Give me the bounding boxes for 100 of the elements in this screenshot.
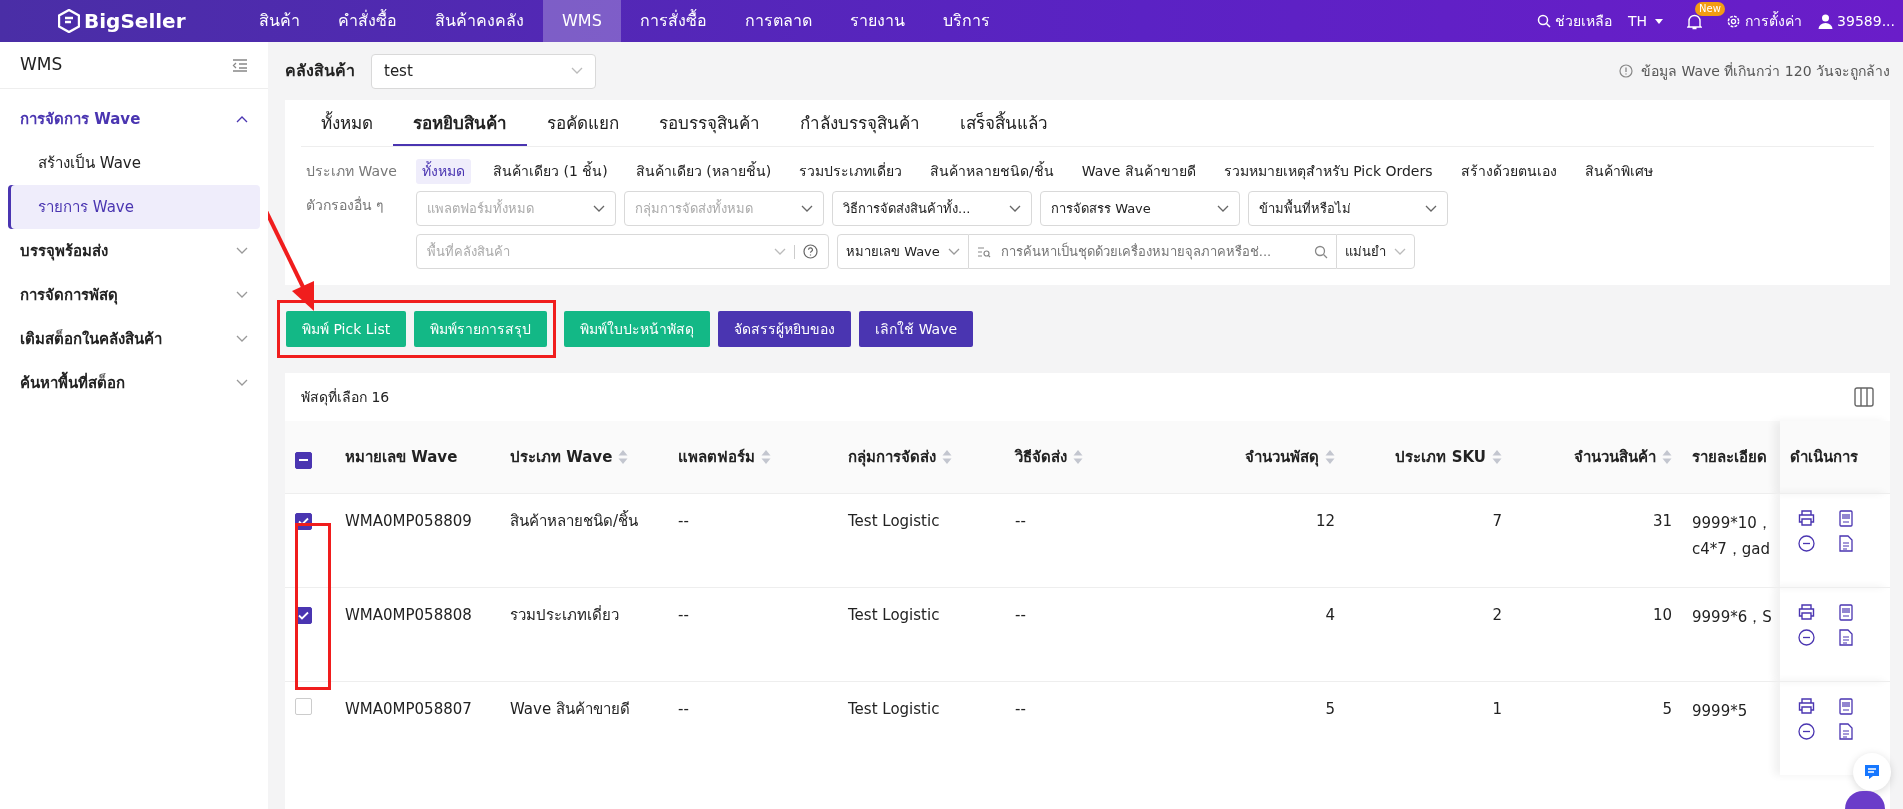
document-icon[interactable]: [1839, 628, 1853, 646]
wave-type-option[interactable]: สินค้าพิเศษ: [1578, 158, 1659, 184]
column-header: จำนวนสินค้า: [1512, 421, 1682, 493]
nav-item[interactable]: คำสั่งซื้อ: [319, 0, 416, 42]
printer-icon[interactable]: [1798, 603, 1815, 620]
search-icon: [1537, 14, 1551, 28]
table-cell: --: [1015, 699, 1026, 718]
user-account[interactable]: 39589...: [1837, 10, 1895, 32]
chat-icon: [1863, 763, 1881, 781]
filter-dropdown[interactable]: การจัดสรร Wave: [1040, 191, 1240, 226]
logo-text[interactable]: BigSeller: [84, 6, 186, 36]
table-cell: 5: [1662, 699, 1672, 718]
bell-icon[interactable]: [1687, 13, 1703, 30]
sidebar-item[interactable]: ค้นหาพื้นที่สต็อก: [8, 361, 260, 405]
wave-type-option[interactable]: รวมประเภทเดี่ยว: [793, 158, 909, 184]
column-header: ประเภท SKU: [1345, 421, 1512, 493]
filter-dropdown[interactable]: วิธีการจัดส่งสินค้าทั้ง...: [832, 191, 1032, 226]
match-dropdown[interactable]: แม่นยำ: [1335, 234, 1415, 269]
table-cell: WMA0MP058808: [345, 605, 472, 624]
search-field[interactable]: การค้นหาเป็นชุดด้วยเครื่องหมายจุลภาคหรือช่...: [968, 234, 1336, 269]
minus-circle-icon[interactable]: [1798, 534, 1815, 552]
nav-item[interactable]: สินค้าคงคลัง: [416, 0, 543, 42]
check-icon: [298, 610, 309, 620]
language-selector[interactable]: TH: [1628, 10, 1648, 32]
nav-item[interactable]: การสั่งซื้อ: [620, 0, 726, 42]
notice-text: ข้อมูล Wave ที่เกินกว่า 120 วันจะถูกล้าง: [1641, 61, 1890, 82]
minus-circle-icon[interactable]: [1798, 628, 1815, 646]
logo-icon: [58, 9, 80, 33]
sidebar-subitem[interactable]: สร้างเป็น Wave: [8, 141, 260, 185]
settings-icon: [1726, 13, 1742, 29]
table-cell: 5: [1325, 699, 1335, 718]
printer-icon[interactable]: [1798, 697, 1815, 714]
wave-type-option[interactable]: Wave สินค้าขายดี: [1075, 158, 1202, 184]
warehouse-label: คลังสินค้า: [285, 60, 355, 82]
printer-icon[interactable]: [1798, 509, 1815, 526]
minus-icon: [299, 459, 308, 461]
wave-type-option[interactable]: สินค้าเดียว (1 ชิ้น): [487, 158, 614, 184]
nav-item[interactable]: การตลาด: [725, 0, 831, 42]
details-text: 9999*10，: [1692, 512, 1773, 534]
chevron-icon: [236, 291, 248, 299]
document-icon[interactable]: [1839, 722, 1853, 740]
settings-link[interactable]: การตั้งค่า: [1745, 10, 1803, 32]
chevron-icon: [236, 247, 248, 255]
sidebar-title: WMS: [20, 53, 63, 77]
table-cell: Test Logistic: [848, 605, 940, 624]
table-cell: 12: [1315, 511, 1335, 530]
table-cell: Wave สินค้าขายดี: [510, 699, 630, 718]
warehouse-select[interactable]: test: [371, 53, 596, 89]
action-button[interactable]: จัดสรรผู้หยิบของ: [718, 311, 852, 347]
wave-type-option[interactable]: สินค้าหลายชนิด/ชิ้น: [924, 158, 1060, 184]
filter-dropdown[interactable]: ข้ามพื้นที่หรือไม่: [1248, 191, 1448, 226]
chevron-icon: [774, 247, 786, 256]
status-tab[interactable]: ทั้งหมด: [301, 100, 393, 146]
select-all-checkbox[interactable]: [295, 451, 312, 469]
collapse-icon[interactable]: [232, 58, 248, 72]
search-type-dropdown[interactable]: หมายเลข Wave: [837, 234, 969, 269]
chevron-icon: [1393, 247, 1406, 256]
table-cell: 1: [1492, 699, 1502, 718]
user-icon: [1818, 13, 1834, 29]
table-cell: WMA0MP058809: [345, 511, 472, 530]
wave-type-option[interactable]: ทั้งหมด: [416, 158, 471, 184]
details-text: 9999*6，S: [1692, 606, 1773, 628]
search-icon[interactable]: [1313, 244, 1328, 259]
table-cell: 31: [1652, 511, 1672, 530]
document-icon[interactable]: [1839, 534, 1853, 552]
status-tab[interactable]: เสร็จสิ้นแล้ว: [940, 100, 1068, 146]
nav-item[interactable]: สินค้า: [240, 0, 319, 42]
help-link[interactable]: ช่วยเหลือ: [1555, 10, 1612, 32]
table-cell: --: [1015, 605, 1026, 624]
barcode-document-icon[interactable]: [1839, 697, 1853, 715]
table-cell: 2: [1492, 605, 1502, 624]
status-tab[interactable]: กำลังบรรจุสินค้า: [780, 100, 940, 146]
nav-item[interactable]: บริการ: [923, 0, 1009, 42]
sidebar-item[interactable]: บรรจุพร้อมส่ง: [8, 229, 260, 273]
table-cell: 10: [1652, 605, 1672, 624]
sidebar-subitem[interactable]: รายการ Wave: [8, 185, 260, 229]
sidebar-item[interactable]: การจัดการ Wave: [8, 97, 260, 141]
column-header: วิธีจัดส่ง: [1005, 421, 1175, 493]
status-tab[interactable]: รอบรรจุสินค้า: [639, 100, 780, 146]
barcode-document-icon[interactable]: [1839, 509, 1853, 527]
status-tab[interactable]: รอคัดแยก: [527, 100, 639, 146]
chevron-icon: [1217, 204, 1229, 213]
caret-icon: [1655, 18, 1664, 24]
chevron-icon: [571, 67, 583, 75]
action-button[interactable]: เลิกใช้ Wave: [859, 311, 974, 347]
chevron-icon: [1425, 204, 1437, 213]
check-icon: [298, 516, 309, 526]
wave-type-option[interactable]: สินค้าเดียว (หลายชิ้น): [629, 158, 778, 184]
status-tab[interactable]: รอหยิบสินค้า: [393, 100, 527, 146]
nav-item[interactable]: WMS: [543, 0, 621, 42]
wave-type-option[interactable]: รวมหมายเหตุสำหรับ Pick Orders: [1217, 158, 1439, 184]
barcode-document-icon[interactable]: [1839, 603, 1853, 621]
details-text: 9999*5: [1692, 700, 1749, 722]
nav-item[interactable]: รายงาน: [830, 0, 924, 42]
column-header: แพลตฟอร์ม: [668, 421, 838, 493]
sidebar-item[interactable]: เติมสต็อกในคลังสินค้า: [8, 317, 260, 361]
sidebar-item[interactable]: การจัดการพัสดุ: [8, 273, 260, 317]
wave-type-option[interactable]: สร้างด้วยตนเอง: [1454, 158, 1563, 184]
minus-circle-icon[interactable]: [1798, 722, 1815, 740]
columns-icon[interactable]: [1854, 387, 1874, 407]
